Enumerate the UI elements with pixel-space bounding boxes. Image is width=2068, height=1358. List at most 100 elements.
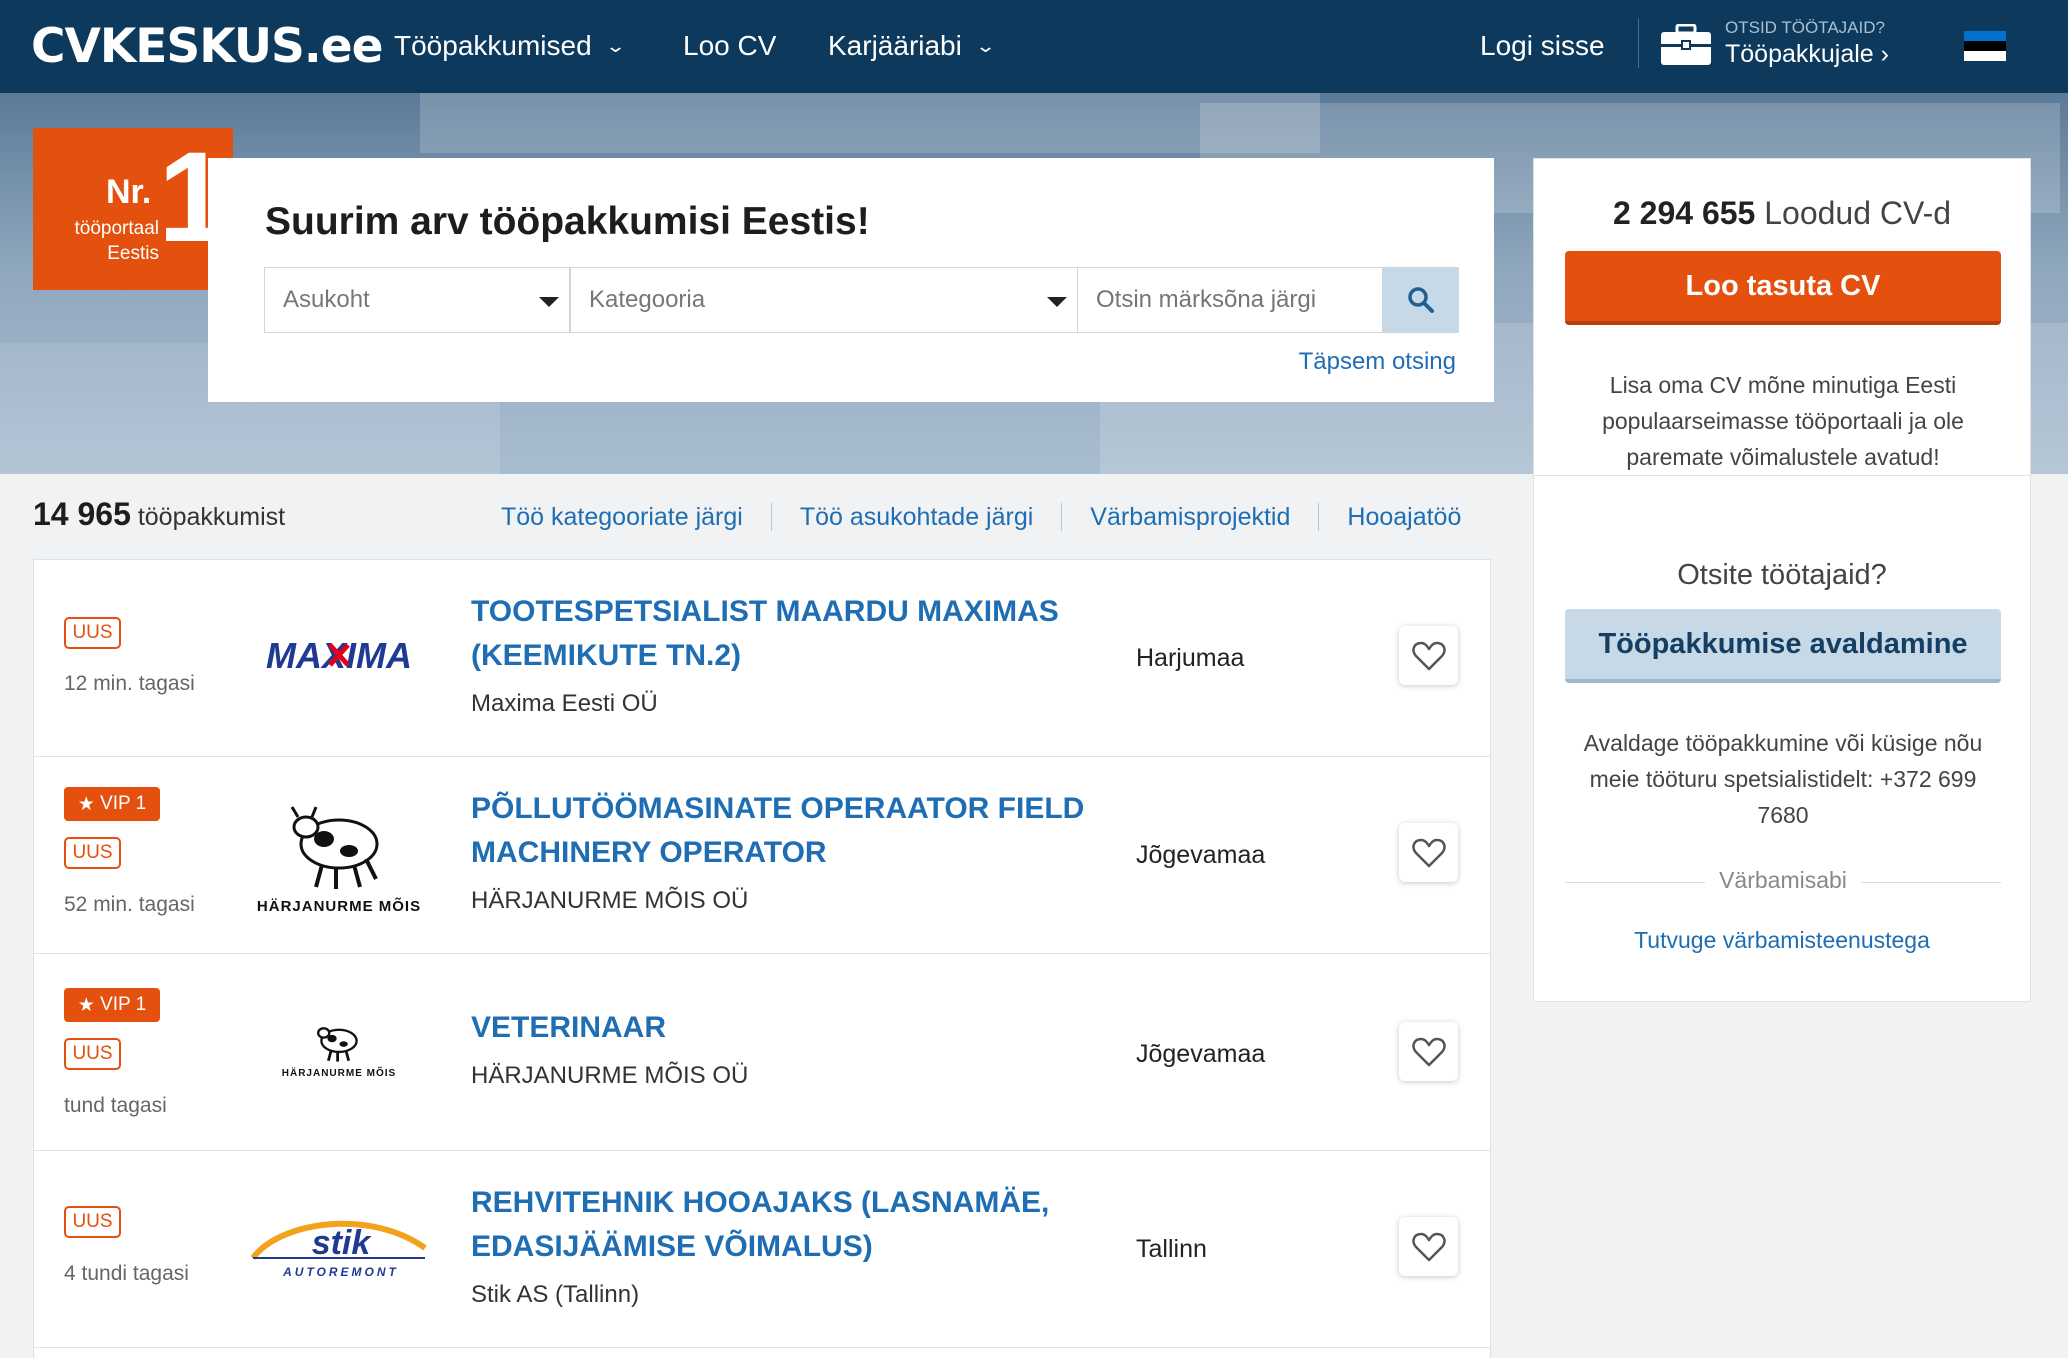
seasonal-work-link[interactable]: Hooajatöö [1347, 503, 1461, 532]
recruit-services-link[interactable]: Tutvuge värbamisteenustega [1534, 927, 2030, 954]
create-cv-button[interactable]: Loo tasuta CV [1565, 251, 2001, 325]
login-link[interactable]: Logi sisse [1480, 22, 1605, 70]
location-select-label: Asukoht [283, 286, 370, 313]
create-cv-text: Lisa oma CV mõne minutiga Eesti populaar… [1602, 372, 1964, 470]
chevron-down-icon: ⌄ [604, 35, 626, 56]
cow-logo-icon [317, 1026, 358, 1062]
job-title-link[interactable]: Tootespetsialist Maardu Maximas (Keemiku… [471, 590, 1141, 678]
job-listing-row[interactable]: UUS 12 min. tagasi MAXIMA Tootespetsiali… [34, 560, 1490, 757]
company-logo[interactable]: MAXIMA [244, 630, 434, 680]
publish-job-button[interactable]: Tööpakkumise avaldamine [1565, 609, 2001, 683]
employer-question: Otsite töötajaid? [1677, 559, 1887, 591]
top-navigation-bar: CV KESKUS .ee Tööpakkumised ⌄ Loo CV Karjää… [0, 0, 2068, 93]
posted-time: 52 min. tagasi [64, 893, 195, 916]
sidebar-card: 2 294 655 Loodud CV-d Loo tasuta CV Lisa… [1533, 158, 2031, 1002]
create-cv-button-label: Loo tasuta CV [1685, 269, 1881, 302]
company-name: HÄRJANURME MÕIS OÜ [471, 887, 749, 914]
favorite-button[interactable] [1399, 1217, 1458, 1276]
job-listing-row[interactable]: ★ VIP 1 UUS tund tagasi HÄRJANURME MÕIS … [34, 954, 1490, 1151]
job-location: Jõgevamaa [1136, 841, 1266, 869]
heart-icon [1411, 1232, 1446, 1261]
search-panel: Suurim arv tööpakkumisi Eestis! Asukoht … [208, 158, 1494, 402]
company-name: Maxima Eesti OÜ [471, 690, 658, 717]
new-badge-label: UUS [72, 1043, 113, 1064]
recruit-label: Värbamisabi [1719, 867, 1847, 893]
job-listing-row[interactable]: UUS 4 tundi tagasi stik AUTOREMONT Rehvi… [34, 1151, 1490, 1348]
publish-job-text: Avaldage tööpakkumine või küsige nõu mei… [1583, 730, 1983, 828]
company-logo[interactable]: HÄRJANURME MÕIS [244, 792, 434, 922]
nav-career-help-label: Karjääriabi [828, 30, 962, 61]
caret-down-icon [539, 297, 559, 307]
recruitment-projects-link[interactable]: Värbamisprojektid [1090, 503, 1290, 532]
job-listing-row[interactable]: ★ VIP 1 UUS 52 min. tagasi HÄRJANURME MÕ… [34, 757, 1490, 954]
job-title-link[interactable]: Rehvitehnik hooajaks (Lasnamäe, edasijää… [471, 1181, 1141, 1269]
svg-text:AUTOREMONT: AUTOREMONT [282, 1265, 399, 1279]
chevron-down-icon: ⌄ [974, 35, 996, 56]
login-label: Logi sisse [1480, 30, 1605, 61]
badge-nr: Nr. [106, 173, 152, 211]
keyword-search-input[interactable] [1077, 267, 1383, 333]
posted-time: 12 min. tagasi [64, 672, 195, 695]
cvkeskus-logo[interactable]: CV KESKUS .ee [31, 18, 384, 74]
category-select-label: Kategooria [589, 286, 706, 313]
star-icon: ★ [77, 793, 101, 815]
filter-separator [1061, 503, 1063, 531]
caret-down-icon [1047, 297, 1067, 307]
filter-by-category-link[interactable]: Töö kategooriate järgi [501, 503, 743, 532]
company-name: Stik AS (Tallinn) [471, 1281, 640, 1308]
nr1-badge: Nr. 1 tööportaal Eestis [33, 128, 233, 290]
new-badge: UUS [64, 1038, 121, 1070]
search-icon [1407, 287, 1434, 313]
posted-time: 4 tundi tagasi [64, 1262, 189, 1285]
filter-links: Töö kategooriate järgi Töö asukohtade jä… [501, 500, 1461, 534]
star-icon: ★ [77, 994, 101, 1016]
briefcase-icon [1661, 24, 1711, 65]
cv-count: 2 294 655 Loodud CV-d [1534, 195, 2030, 232]
estonian-flag-icon[interactable] [1964, 31, 2006, 61]
nav-create-cv[interactable]: Loo CV [683, 22, 776, 70]
new-badge: UUS [64, 617, 121, 649]
employer-link[interactable]: OTSID TÖÖTAJAID? Tööpakkujale › [1660, 16, 1900, 74]
logo-caption: HÄRJANURME MÕIS [256, 898, 422, 915]
location-select[interactable]: Asukoht [264, 267, 570, 333]
job-title-link[interactable]: Põllutöömasinate operaator Field machine… [471, 787, 1141, 875]
search-button[interactable] [1382, 267, 1459, 333]
badge-line2: Eestis [107, 243, 159, 264]
job-title-link[interactable]: Veterinaar [471, 1006, 1141, 1050]
job-count: 14 965 tööpakkumist [33, 496, 285, 533]
logo-caption: HÄRJANURME MÕIS [281, 1067, 397, 1079]
header-divider [1638, 18, 1639, 68]
advanced-search-link[interactable]: Täpsem otsing [1299, 348, 1456, 376]
favorite-button[interactable] [1399, 626, 1458, 685]
svg-text:stik: stik [312, 1224, 373, 1262]
posted-time: tund tagasi [64, 1094, 167, 1117]
cv-count-number: 2 294 655 [1612, 195, 1756, 231]
cow-logo-icon [290, 806, 379, 889]
nav-create-cv-label: Loo CV [683, 30, 777, 61]
stik-logo: stik AUTOREMONT [250, 1220, 427, 1279]
logo-cv-text: CV [31, 18, 101, 74]
category-select[interactable]: Kategooria [570, 267, 1078, 333]
company-logo[interactable]: stik AUTOREMONT [244, 1206, 434, 1286]
filter-by-location-link[interactable]: Töö asukohtade järgi [800, 503, 1033, 532]
favorite-button[interactable] [1399, 823, 1458, 882]
new-badge: UUS [64, 1206, 121, 1238]
nav-career-help[interactable]: Karjääriabi ⌄ [828, 22, 996, 70]
job-count-label: tööpakkumist [137, 503, 286, 531]
badge-line1: tööportaal [74, 218, 159, 239]
new-badge-label: UUS [72, 842, 113, 863]
job-location: Tallinn [1136, 1235, 1207, 1263]
employer-small-label: OTSID TÖÖTAJAID? [1725, 18, 1885, 37]
new-badge-label: UUS [72, 622, 113, 643]
company-logo[interactable]: HÄRJANURME MÕIS [244, 1009, 434, 1089]
nav-job-offers[interactable]: Tööpakkumised ⌄ [394, 22, 626, 70]
job-location: Jõgevamaa [1136, 1040, 1266, 1068]
job-list: UUS 12 min. tagasi MAXIMA Tootespetsiali… [33, 559, 1491, 1358]
favorite-button[interactable] [1399, 1022, 1458, 1081]
job-count-number: 14 965 [33, 496, 131, 532]
company-name: HÄRJANURME MÕIS OÜ [471, 1062, 749, 1089]
logo-ee-text: .ee [303, 18, 384, 74]
cv-count-label: Loodud CV-d [1764, 195, 1952, 231]
employer-big-label: Tööpakkujale › [1725, 40, 1889, 68]
nav-job-offers-label: Tööpakkumised [394, 30, 592, 61]
